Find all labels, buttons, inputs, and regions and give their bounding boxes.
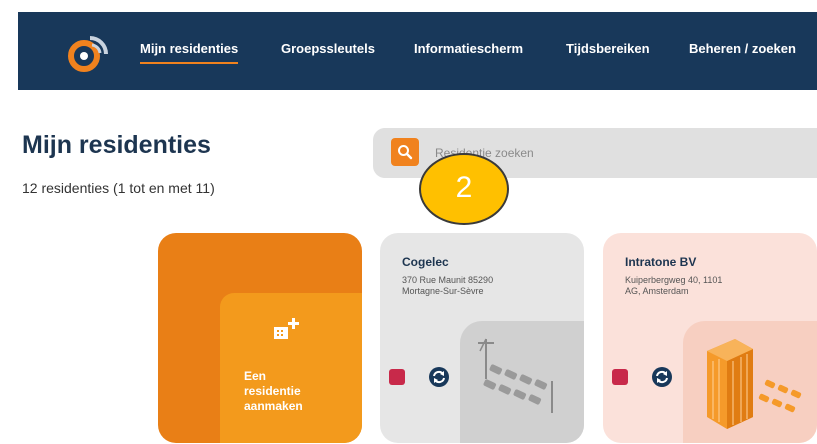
residence-address: 370 Rue Maunit 85290 Mortagne-Sur-Sèvre xyxy=(402,275,582,297)
parking-illustration xyxy=(460,321,584,443)
address-line-1: Kuiperbergweg 40, 1101 xyxy=(625,275,723,285)
address-line-1: 370 Rue Maunit 85290 xyxy=(402,275,494,285)
nav-bar: Mijn residenties Groepssleutels Informat… xyxy=(18,12,817,90)
callout-number: 2 xyxy=(455,171,473,204)
residence-count: 12 residenties (1 tot en met 11) xyxy=(22,180,215,196)
building-add-icon xyxy=(274,318,299,339)
nav-item-groepssleutels[interactable]: Groepssleutels xyxy=(281,41,375,56)
step-number-callout: 2 xyxy=(419,153,509,225)
create-label-line-3: aanmaken xyxy=(244,399,303,413)
building-illustration xyxy=(683,321,817,443)
nav-item-beheren-zoeken[interactable]: Beheren / zoeken xyxy=(689,41,796,56)
create-residence-card[interactable]: Een residentie aanmaken xyxy=(158,233,362,443)
search-icon xyxy=(398,145,413,160)
nav-item-tijdsbereiken[interactable]: Tijdsbereiken xyxy=(566,41,650,56)
logo-icon[interactable] xyxy=(66,32,110,76)
residence-address: Kuiperbergweg 40, 1101 AG, Amsterdam xyxy=(625,275,805,297)
residence-card-intratone[interactable]: Intratone BV Kuiperbergweg 40, 1101 AG, … xyxy=(603,233,817,443)
residence-name: Cogelec xyxy=(402,255,449,269)
residence-card-cogelec[interactable]: Cogelec 370 Rue Maunit 85290 Mortagne-Su… xyxy=(380,233,584,443)
status-indicator xyxy=(612,369,628,385)
create-label-line-1: Een xyxy=(244,369,267,383)
sync-icon[interactable] xyxy=(651,366,673,388)
address-line-2: AG, Amsterdam xyxy=(625,286,689,296)
create-residence-label: Een residentie aanmaken xyxy=(244,369,344,414)
page-title: Mijn residenties xyxy=(22,131,211,159)
sync-icon[interactable] xyxy=(428,366,450,388)
create-label-line-2: residentie xyxy=(244,384,301,398)
top-navigation: Mijn residenties Groepssleutels Informat… xyxy=(0,0,817,90)
residence-name: Intratone BV xyxy=(625,255,697,269)
search-button[interactable] xyxy=(391,138,419,166)
status-indicator xyxy=(389,369,405,385)
address-line-2: Mortagne-Sur-Sèvre xyxy=(402,286,484,296)
nav-item-informatiescherm[interactable]: Informatiescherm xyxy=(414,41,523,56)
nav-item-mijn-residenties[interactable]: Mijn residenties xyxy=(140,41,239,64)
